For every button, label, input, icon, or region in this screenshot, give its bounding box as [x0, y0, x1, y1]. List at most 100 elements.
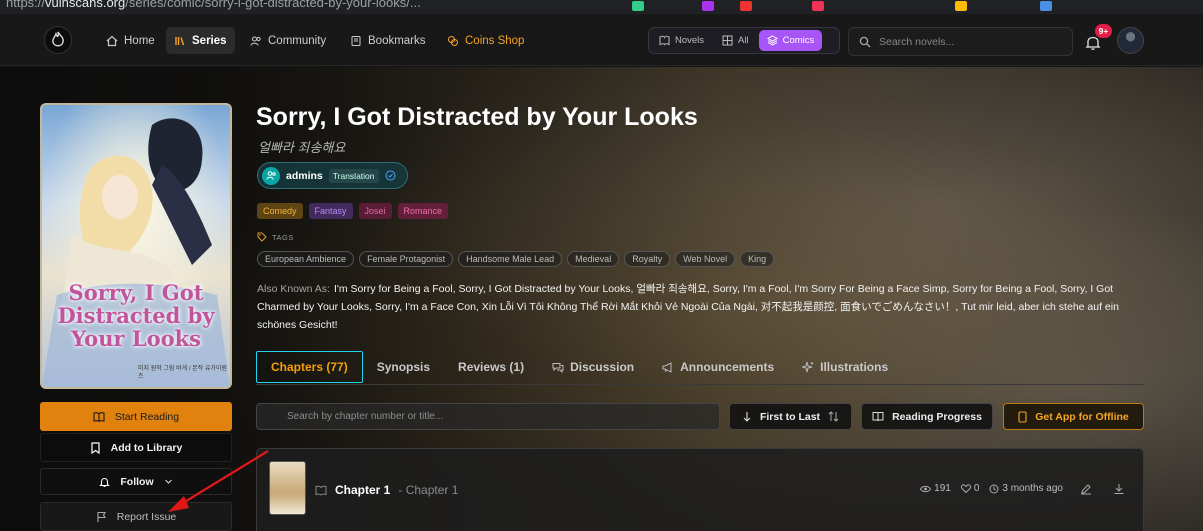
layers-icon: [766, 35, 778, 46]
tab-reviews-label: Reviews (1): [458, 360, 525, 374]
tab-reviews[interactable]: Reviews (1): [444, 351, 538, 383]
home-icon: [106, 35, 118, 46]
edit-icon[interactable]: [1080, 483, 1092, 495]
filter-comics-label: Comics: [782, 35, 815, 46]
aka-label: Also Known As:: [257, 283, 330, 295]
genre-tag[interactable]: Fantasy: [308, 203, 353, 219]
extension-icon[interactable]: [702, 1, 714, 11]
tag-pill[interactable]: Handsome Male Lead: [458, 251, 563, 267]
tag-pill[interactable]: Medieval: [567, 251, 620, 267]
top-navbar: Home Series Community Bookmarks Coins Sh…: [0, 14, 1203, 66]
books-icon: [175, 36, 185, 45]
chapter-time: 3 months ago: [989, 483, 1063, 494]
chapter-meta: 191 0 3 months ago: [920, 483, 1063, 494]
chapter-views: 191: [920, 483, 951, 494]
extension-icon[interactable]: [955, 1, 967, 11]
annotation-arrow: [168, 450, 269, 512]
clock-icon: [989, 484, 999, 493]
team-avatar: [262, 166, 280, 185]
tab-illustrations[interactable]: Illustrations: [788, 351, 902, 383]
get-app-label: Get App for Offline: [1035, 410, 1129, 423]
verified-icon: [385, 170, 395, 181]
content-type-switch: Novels All Comics: [648, 27, 840, 54]
chapter-time-text: 3 months ago: [1002, 483, 1063, 494]
sort-icon: [828, 411, 839, 422]
url-prefix: https://: [6, 0, 46, 10]
megaphone-icon: [662, 361, 672, 373]
genre-tag[interactable]: Romance: [397, 203, 449, 219]
aka-text: I'm Sorry for Being a Fool, Sorry, I Got…: [257, 283, 1119, 331]
also-known-as: Also Known As: I'm Sorry for Being a Fool…: [257, 280, 1147, 334]
bell-icon: [99, 477, 111, 487]
bookmark-icon: [351, 35, 361, 46]
tag-pill[interactable]: European Ambience: [257, 251, 355, 267]
chat-icon: [552, 362, 564, 373]
book-icon: [659, 35, 670, 46]
filter-all[interactable]: All: [714, 30, 757, 51]
download-icon[interactable]: [1113, 483, 1125, 495]
bookmark-icon: [91, 441, 100, 454]
tab-synopsis[interactable]: Synopsis: [363, 351, 444, 383]
nav-community-label: Community: [268, 34, 327, 47]
team-badge[interactable]: admins Translation: [257, 162, 408, 189]
search-placeholder: Search novels...: [879, 35, 955, 48]
nav-series[interactable]: Series: [166, 27, 235, 54]
tab-announcements-label: Announcements: [680, 360, 775, 374]
series-tabs: Chapters (77) Synopsis Reviews (1) Discu…: [256, 351, 1144, 385]
phone-icon: [1018, 410, 1027, 423]
notification-badge: 9+: [1095, 24, 1112, 38]
url-text[interactable]: https://vulnscans.org/series/comic/sorry…: [6, 0, 421, 10]
nav-community[interactable]: Community: [242, 27, 334, 54]
nav-home[interactable]: Home: [98, 27, 163, 54]
browser-url-bar[interactable]: https://vulnscans.org/series/comic/sorry…: [0, 0, 1203, 14]
nav-series-label: Series: [192, 34, 227, 47]
tab-chapters[interactable]: Chapters (77): [256, 351, 363, 383]
extension-icon[interactable]: [1040, 1, 1052, 11]
tab-synopsis-label: Synopsis: [376, 360, 431, 374]
tag-pill[interactable]: Female Protagonist: [359, 251, 454, 267]
sort-button[interactable]: First to Last: [729, 403, 852, 430]
extension-icon[interactable]: [812, 1, 824, 11]
filter-comics[interactable]: Comics: [758, 30, 823, 51]
tag-pill[interactable]: Web Novel: [675, 251, 736, 267]
flame-icon: [52, 31, 64, 47]
chapter-thumbnail: [269, 461, 306, 515]
sort-label: First to Last: [759, 410, 821, 423]
global-search[interactable]: Search novels...: [848, 27, 1073, 56]
tags-heading: TAGS: [257, 232, 294, 242]
tab-discussion[interactable]: Discussion: [538, 351, 648, 383]
nav-coins-label: Coins Shop: [465, 34, 525, 47]
chapter-title[interactable]: Chapter 1 - Chapter 1: [315, 483, 458, 497]
chapter-row[interactable]: Chapter 1 - Chapter 1 191 0 3 months ago: [256, 448, 1144, 531]
extension-icon[interactable]: [740, 1, 752, 11]
eye-icon: [920, 485, 932, 492]
genre-tag[interactable]: Josei: [358, 203, 392, 219]
chapter-title-text: Chapter 1: [335, 483, 391, 497]
tag-icon: [257, 232, 267, 242]
user-avatar[interactable]: [1117, 27, 1144, 54]
chapter-search-placeholder: Search by chapter number or title...: [287, 411, 444, 422]
reading-progress-button[interactable]: Reading Progress: [861, 403, 993, 430]
tags-label: TAGS: [272, 232, 294, 242]
start-reading-label: Start Reading: [114, 410, 180, 423]
site-logo[interactable]: [44, 26, 72, 54]
follow-label: Follow: [120, 475, 154, 488]
coins-icon: [448, 35, 458, 46]
get-app-button[interactable]: Get App for Offline: [1003, 403, 1144, 430]
heart-icon: [960, 484, 971, 493]
chapter-search-input[interactable]: Search by chapter number or title...: [256, 403, 720, 430]
filter-novels[interactable]: Novels: [651, 30, 712, 51]
tab-announcements[interactable]: Announcements: [648, 351, 788, 383]
flag-icon: [97, 511, 106, 522]
team-role: Translation: [328, 168, 379, 183]
users-icon: [250, 36, 261, 46]
genre-tag[interactable]: Comedy: [257, 203, 303, 219]
nav-home-label: Home: [124, 34, 155, 47]
start-reading-button[interactable]: Start Reading: [40, 402, 232, 431]
nav-bookmarks[interactable]: Bookmarks: [342, 27, 434, 54]
extension-icon[interactable]: [632, 1, 644, 11]
tag-pill[interactable]: Royalty: [624, 251, 671, 267]
tag-pill[interactable]: King: [740, 251, 775, 267]
nav-coins-shop[interactable]: Coins Shop: [439, 27, 532, 54]
grid-icon: [722, 35, 733, 46]
